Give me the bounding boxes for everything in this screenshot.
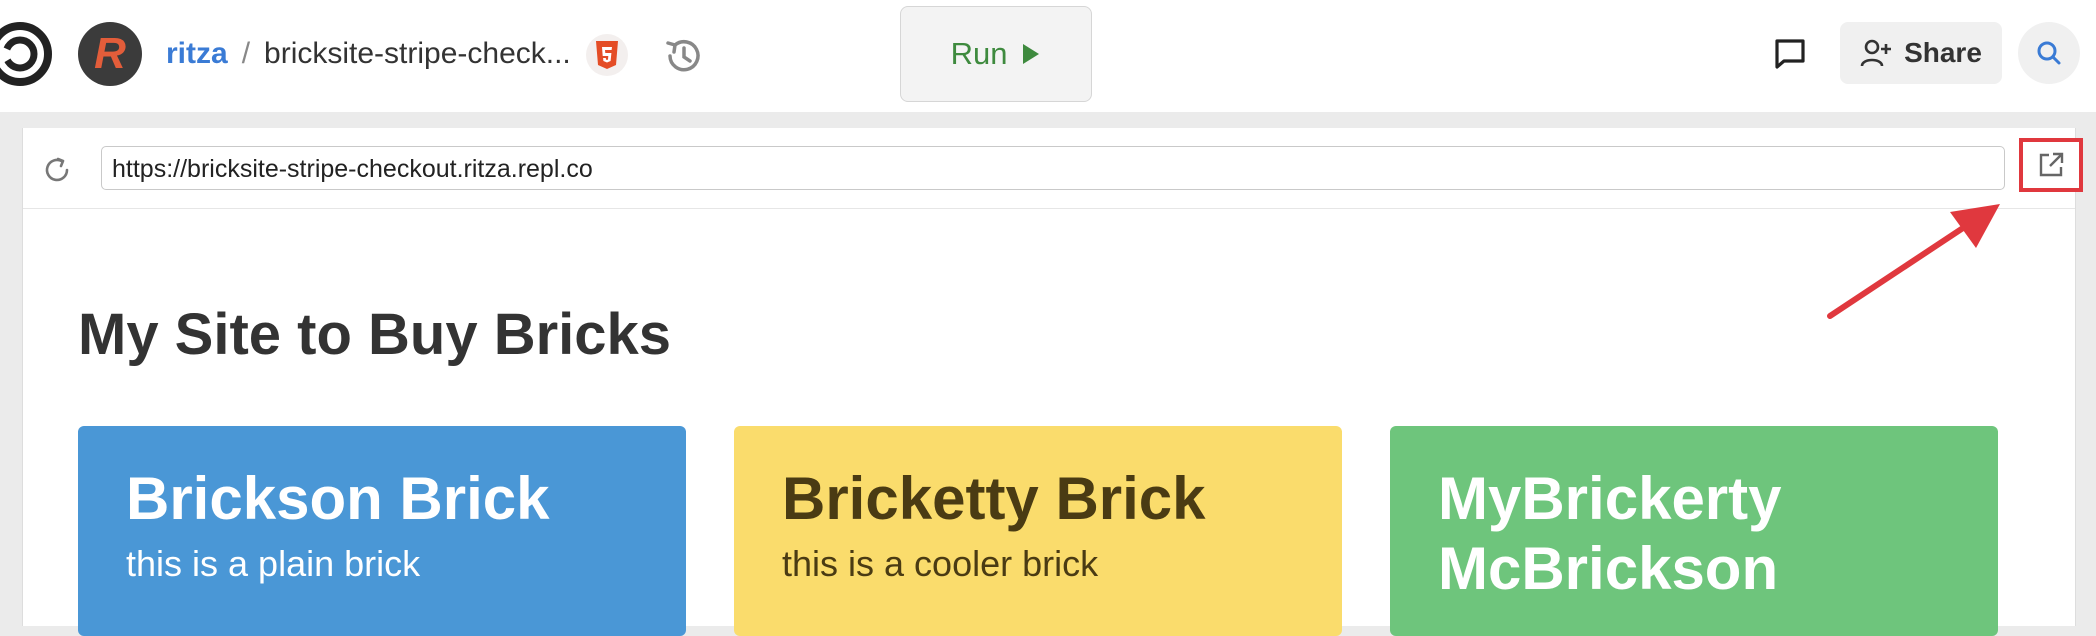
add-user-icon — [1860, 39, 1892, 67]
avatar-letter: R — [94, 29, 126, 78]
repl-name[interactable]: bricksite-stripe-check... — [264, 37, 571, 70]
page-title: My Site to Buy Bricks — [78, 302, 672, 367]
share-label: Share — [1904, 37, 1982, 68]
card-title: Bricketty Brick — [782, 465, 1206, 532]
open-new-tab-icon — [2039, 152, 2064, 177]
open-new-tab-button[interactable] — [2019, 138, 2083, 192]
url-input[interactable]: https://bricksite-stripe-checkout.ritza.… — [101, 146, 2005, 190]
replit-logo-icon[interactable] — [0, 22, 52, 86]
play-icon — [1023, 44, 1040, 64]
product-card[interactable]: MyBrickerty McBrickson — [1390, 426, 1998, 636]
card-subtitle: this is a plain brick — [126, 543, 421, 584]
avatar[interactable]: R — [78, 22, 142, 86]
run-label: Run — [950, 36, 1008, 71]
share-button[interactable]: Share — [1840, 22, 2002, 84]
history-icon[interactable] — [662, 34, 706, 78]
product-card[interactable]: Brickson Brick this is a plain brick — [78, 426, 686, 636]
card-subtitle: this is a cooler brick — [782, 543, 1099, 584]
run-button[interactable]: Run — [900, 6, 1092, 102]
top-bar: R ritza / bricksite-stripe-check... Run Sh… — [0, 0, 2096, 112]
breadcrumb: ritza / bricksite-stripe-check... — [166, 34, 571, 74]
card-title: Brickson Brick — [126, 465, 550, 532]
html5-icon[interactable] — [586, 34, 628, 76]
owner-link[interactable]: ritza — [166, 37, 228, 70]
reload-icon[interactable] — [41, 154, 73, 186]
breadcrumb-separator: / — [241, 37, 251, 70]
chat-icon[interactable] — [1772, 36, 1808, 72]
search-icon — [2037, 41, 2061, 65]
card-title: MyBrickerty McBrickson — [1438, 465, 1782, 602]
search-button[interactable] — [2018, 22, 2080, 84]
product-card[interactable]: Bricketty Brick this is a cooler brick — [734, 426, 1342, 636]
url-bar: https://bricksite-stripe-checkout.ritza.… — [23, 128, 2083, 209]
